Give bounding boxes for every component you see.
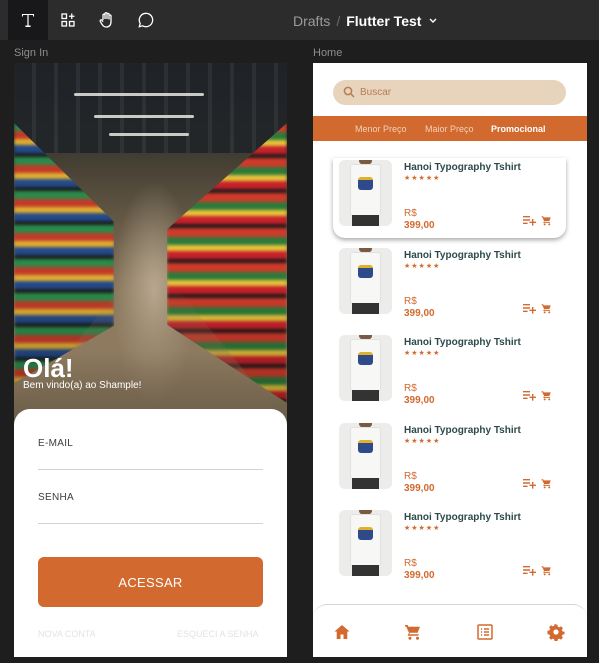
search-icon — [343, 86, 355, 98]
add-to-list-button[interactable] — [523, 301, 536, 319]
search-placeholder: Buscar — [360, 87, 392, 98]
product-rating: ★★★★★ — [404, 437, 441, 445]
product-rating: ★★★★★ — [404, 262, 441, 270]
editor-toolbar: Drafts / Flutter Test — [0, 0, 599, 40]
tab-highest-price[interactable]: Maior Preço — [425, 124, 474, 134]
password-field[interactable] — [38, 523, 263, 524]
product-price: 399,00 — [404, 570, 435, 581]
welcome-subtitle: Bem vindo(a) ao Shample! — [23, 380, 142, 391]
product-price: 399,00 — [404, 482, 435, 494]
product-image — [339, 335, 392, 401]
comment-tool-button[interactable] — [126, 0, 166, 40]
add-to-cart-button[interactable] — [541, 301, 552, 319]
product-currency: R$ — [404, 295, 417, 307]
settings-icon — [547, 623, 565, 642]
hand-icon — [99, 12, 112, 28]
signin-frame: Olá! Bem vindo(a) ao Shample! E-MAIL SEN… — [14, 63, 287, 657]
chevron-down-icon[interactable] — [429, 11, 437, 27]
hand-tool-button[interactable] — [87, 0, 127, 40]
cart-icon — [541, 303, 551, 313]
product-name: Hanoi Typography Tshirt — [404, 337, 521, 348]
product-name: Hanoi Typography Tshirt — [404, 512, 521, 523]
new-account-link[interactable]: NOVA CONTA — [38, 629, 96, 639]
text-tool-button[interactable] — [8, 0, 48, 40]
email-field[interactable] — [38, 469, 263, 470]
product-name: Hanoi Typography Tshirt — [404, 162, 521, 173]
add-to-cart-button[interactable] — [541, 213, 552, 231]
add-to-list-button[interactable] — [523, 563, 536, 581]
home-icon — [334, 625, 350, 639]
file-breadcrumb[interactable]: Drafts / Flutter Test — [293, 11, 437, 29]
cart-icon — [541, 566, 551, 576]
product-rating: ★★★★★ — [404, 525, 441, 532]
project-name[interactable]: Drafts — [293, 13, 330, 29]
product-image — [339, 510, 392, 576]
nav-orders[interactable] — [476, 623, 494, 646]
add-to-list-button[interactable] — [523, 476, 536, 494]
playlist-add-icon — [523, 478, 536, 489]
text-tool-icon — [22, 14, 34, 27]
playlist-add-icon — [523, 216, 536, 226]
signin-frame-label[interactable]: Sign In — [14, 47, 48, 59]
cart-icon — [541, 391, 551, 401]
product-card[interactable]: Hanoi Typography Tshirt ★★★★★ R$ 399,00 — [333, 508, 566, 588]
product-price: 399,00 — [404, 395, 435, 406]
playlist-add-icon — [523, 303, 536, 314]
nav-settings[interactable] — [547, 623, 565, 646]
password-label: SENHA — [38, 492, 74, 503]
cart-icon — [405, 625, 420, 640]
playlist-add-icon — [523, 391, 536, 401]
product-image — [339, 160, 392, 226]
add-to-list-button[interactable] — [523, 388, 536, 406]
product-currency: R$ — [404, 208, 417, 219]
bottom-nav — [313, 604, 587, 657]
breadcrumb-separator: / — [336, 13, 341, 29]
components-tool-button[interactable] — [48, 0, 88, 40]
tab-lowest-price[interactable]: Menor Preço — [355, 124, 407, 134]
product-name: Hanoi Typography Tshirt — [404, 424, 521, 436]
product-image — [339, 247, 392, 314]
product-name: Hanoi Typography Tshirt — [404, 249, 521, 261]
home-frame-label[interactable]: Home — [313, 47, 342, 59]
cart-icon — [541, 216, 551, 226]
product-rating: ★★★★★ — [404, 350, 441, 357]
add-to-cart-button[interactable] — [541, 388, 552, 406]
product-card[interactable]: Hanoi Typography Tshirt ★★★★★ R$ 399,00 — [333, 245, 566, 326]
comment-icon — [138, 12, 154, 28]
product-price: 399,00 — [404, 220, 435, 231]
email-label: E-MAIL — [38, 438, 74, 449]
product-card[interactable]: Hanoi Typography Tshirt ★★★★★ R$ 399,00 — [333, 333, 566, 413]
search-input[interactable]: Buscar — [333, 80, 566, 105]
nav-home[interactable] — [333, 623, 351, 646]
login-card: E-MAIL SENHA ACESSAR NOVA CONTA ESQUECI … — [14, 409, 287, 657]
filter-tabs: Menor Preço Maior Preço Promocional — [313, 116, 587, 141]
product-card[interactable]: Hanoi Typography Tshirt ★★★★★ R$ 399,00 — [333, 158, 566, 238]
components-icon — [61, 13, 75, 27]
home-frame: Buscar Menor Preço Maior Preço Promocion… — [313, 63, 587, 657]
product-currency: R$ — [404, 383, 417, 394]
tab-promotional[interactable]: Promocional — [491, 124, 546, 134]
cart-icon — [541, 478, 551, 488]
product-currency: R$ — [404, 470, 417, 482]
playlist-add-icon — [523, 566, 536, 576]
product-image — [339, 422, 392, 489]
orders-icon — [477, 624, 493, 640]
product-card[interactable]: Hanoi Typography Tshirt ★★★★★ R$ 399,00 — [333, 420, 566, 501]
nav-cart[interactable] — [404, 623, 422, 646]
product-currency: R$ — [404, 558, 417, 569]
add-to-list-button[interactable] — [523, 213, 536, 231]
add-to-cart-button[interactable] — [541, 563, 552, 581]
product-rating: ★★★★★ — [404, 175, 441, 182]
product-price: 399,00 — [404, 307, 435, 319]
add-to-cart-button[interactable] — [541, 476, 552, 494]
login-button[interactable]: ACESSAR — [38, 557, 263, 607]
file-name[interactable]: Flutter Test — [346, 13, 421, 29]
forgot-password-link[interactable]: ESQUECI A SENHA — [177, 629, 259, 639]
